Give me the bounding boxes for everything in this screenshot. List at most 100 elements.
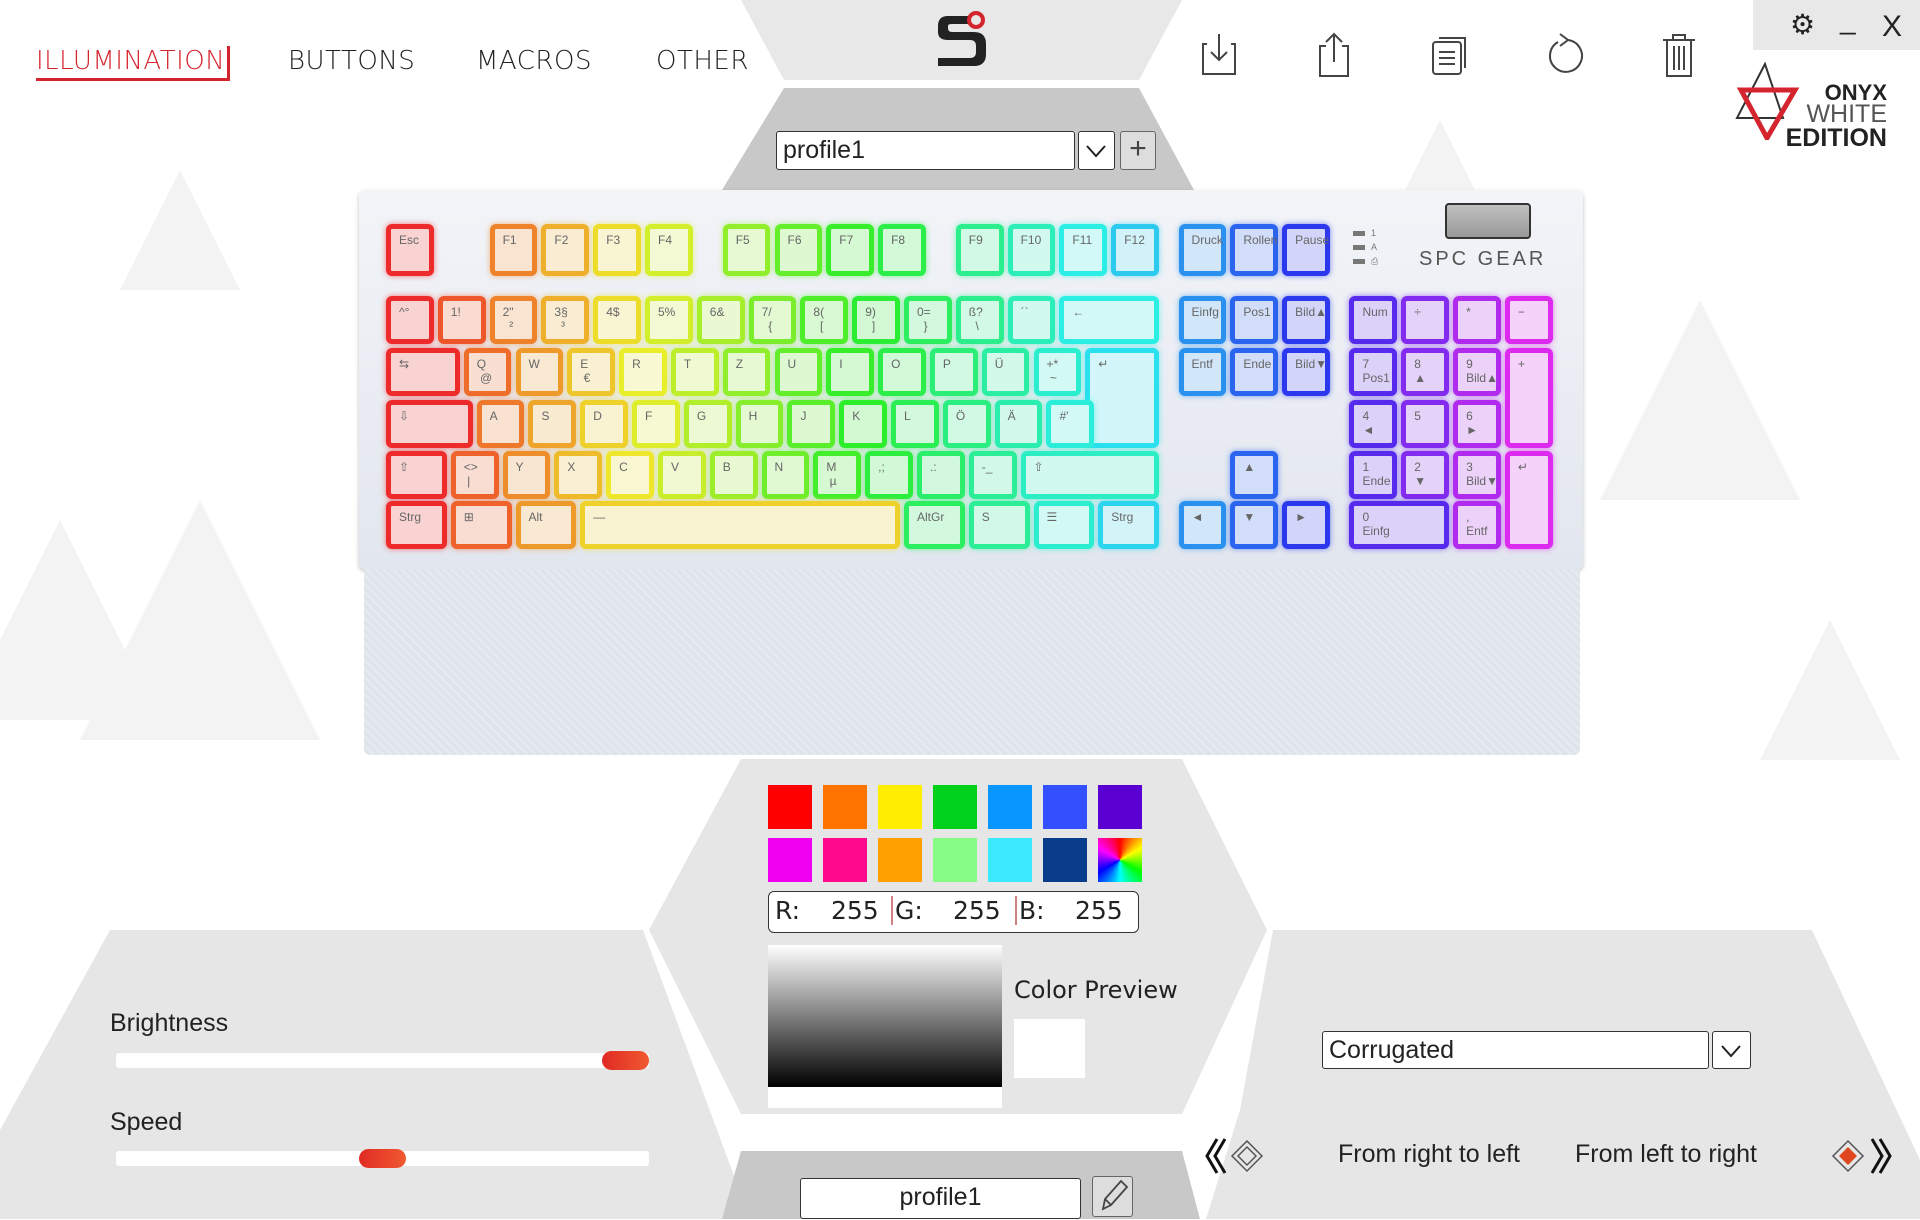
- key-0-6[interactable]: F6: [774, 224, 823, 276]
- key-5-5[interactable]: S: [968, 501, 1030, 549]
- key-0-7[interactable]: F7: [826, 224, 875, 276]
- brightness-slider-thumb[interactable]: [602, 1051, 649, 1070]
- key-4-0[interactable]: ⇧: [386, 451, 447, 499]
- key-0-14[interactable]: Rollen: [1230, 224, 1279, 276]
- key-4-14[interactable]: 1 Ende: [1349, 451, 1398, 499]
- key-0-12[interactable]: F12: [1111, 224, 1159, 276]
- copy-icon[interactable]: [1427, 30, 1471, 80]
- key-5-1[interactable]: ⊞: [450, 501, 512, 549]
- key-5-4[interactable]: AltGr: [904, 501, 965, 549]
- export-icon[interactable]: [1312, 30, 1356, 80]
- volume-roller[interactable]: [1445, 203, 1531, 239]
- key-2-6[interactable]: Z: [722, 348, 771, 396]
- key-1-5[interactable]: 5%: [645, 296, 693, 344]
- color-swatch[interactable]: [878, 838, 922, 882]
- key-5-11[interactable]: 0 Einfg: [1349, 501, 1450, 549]
- key-3-2[interactable]: S: [528, 400, 577, 448]
- tab-other[interactable]: OTHER: [656, 46, 749, 76]
- color-swatch[interactable]: [933, 785, 977, 829]
- key-1-14[interactable]: Einfg: [1178, 296, 1227, 344]
- direction-right-button-icon[interactable]: [1830, 1133, 1894, 1179]
- tab-macros[interactable]: MACROS: [476, 46, 592, 76]
- key-2-20[interactable]: +: [1504, 348, 1553, 448]
- key-1-12[interactable]: ´`: [1007, 296, 1056, 344]
- key-2-18[interactable]: 8 ▲: [1401, 348, 1450, 396]
- minimize-button[interactable]: _: [1840, 4, 1856, 36]
- hue-strip[interactable]: [768, 1087, 1002, 1108]
- key-3-5[interactable]: G: [683, 400, 732, 448]
- key-5-6[interactable]: ☰: [1033, 501, 1095, 549]
- key-5-3[interactable]: —: [580, 501, 900, 549]
- key-4-4[interactable]: C: [606, 451, 654, 499]
- key-5-12[interactable]: , Entf: [1453, 501, 1501, 549]
- key-4-17[interactable]: ↵: [1504, 451, 1553, 549]
- key-3-14[interactable]: 5: [1401, 400, 1450, 448]
- key-2-10[interactable]: P: [929, 348, 978, 396]
- key-2-9[interactable]: O: [878, 348, 926, 396]
- key-2-19[interactable]: 9 Bild▲: [1453, 348, 1501, 396]
- key-1-19[interactable]: *: [1453, 296, 1501, 344]
- delete-icon[interactable]: [1657, 30, 1701, 80]
- import-icon[interactable]: [1197, 30, 1241, 80]
- key-1-10[interactable]: 0= }: [904, 296, 952, 344]
- key-4-12[interactable]: ⇧: [1020, 451, 1159, 499]
- key-0-13[interactable]: Druck: [1178, 224, 1227, 276]
- reset-icon[interactable]: [1542, 30, 1586, 80]
- brightness-gradient-picker[interactable]: [768, 945, 1002, 1087]
- key-5-9[interactable]: ▼: [1230, 501, 1279, 549]
- key-2-15[interactable]: Ende: [1230, 348, 1279, 396]
- key-2-11[interactable]: Ü: [981, 348, 1030, 396]
- key-3-4[interactable]: F: [632, 400, 680, 448]
- color-swatch[interactable]: [768, 785, 812, 829]
- key-4-13[interactable]: ▲: [1230, 451, 1279, 499]
- key-0-11[interactable]: F11: [1059, 224, 1108, 276]
- key-4-2[interactable]: Y: [502, 451, 551, 499]
- key-0-9[interactable]: F9: [955, 224, 1004, 276]
- key-4-7[interactable]: N: [761, 451, 810, 499]
- profile-name-input[interactable]: profile1: [800, 1178, 1081, 1219]
- key-0-5[interactable]: F5: [722, 224, 771, 276]
- key-1-20[interactable]: −: [1504, 296, 1553, 344]
- speed-slider[interactable]: [116, 1149, 649, 1168]
- color-swatch[interactable]: [823, 838, 867, 882]
- effect-select[interactable]: Corrugated: [1322, 1031, 1709, 1069]
- key-1-16[interactable]: Bild▲: [1282, 296, 1330, 344]
- profile-dropdown-button[interactable]: [1078, 131, 1115, 170]
- key-5-2[interactable]: Alt: [515, 501, 577, 549]
- rename-profile-button[interactable]: [1092, 1176, 1133, 1217]
- key-5-0[interactable]: Strg: [386, 501, 447, 549]
- key-1-2[interactable]: 2" ²: [489, 296, 538, 344]
- key-3-9[interactable]: L: [891, 400, 939, 448]
- color-swatch[interactable]: [988, 838, 1032, 882]
- key-2-4[interactable]: R: [619, 348, 667, 396]
- key-4-10[interactable]: .:: [916, 451, 965, 499]
- key-3-10[interactable]: Ö: [942, 400, 991, 448]
- key-1-9[interactable]: 9) ]: [852, 296, 900, 344]
- key-2-0[interactable]: ⇆: [386, 348, 460, 396]
- key-2-2[interactable]: W: [515, 348, 564, 396]
- key-0-0[interactable]: Esc: [386, 224, 434, 276]
- close-button[interactable]: X: [1882, 10, 1902, 44]
- color-swatch[interactable]: [823, 785, 867, 829]
- add-profile-button[interactable]: +: [1120, 131, 1156, 170]
- key-3-7[interactable]: J: [787, 400, 836, 448]
- direction-left-button-icon[interactable]: [1203, 1133, 1267, 1179]
- key-3-6[interactable]: H: [735, 400, 784, 448]
- key-1-13[interactable]: ←: [1059, 296, 1159, 344]
- brightness-slider[interactable]: [116, 1051, 649, 1070]
- key-1-17[interactable]: Num: [1349, 296, 1398, 344]
- key-1-1[interactable]: 1!: [437, 296, 486, 344]
- key-0-3[interactable]: F3: [593, 224, 641, 276]
- r-value[interactable]: 255: [831, 896, 879, 925]
- key-5-10[interactable]: ►: [1282, 501, 1330, 549]
- key-2-8[interactable]: I: [826, 348, 875, 396]
- key-5-7[interactable]: Strg: [1098, 501, 1159, 549]
- key-1-6[interactable]: 6&: [696, 296, 745, 344]
- color-swatch[interactable]: [768, 838, 812, 882]
- key-2-14[interactable]: Entf: [1178, 348, 1227, 396]
- key-3-11[interactable]: Ä: [994, 400, 1043, 448]
- direction-right-to-left-label[interactable]: From right to left: [1338, 1140, 1520, 1169]
- key-4-16[interactable]: 3 Bild▼: [1453, 451, 1501, 499]
- key-3-8[interactable]: K: [839, 400, 888, 448]
- key-3-3[interactable]: D: [580, 400, 629, 448]
